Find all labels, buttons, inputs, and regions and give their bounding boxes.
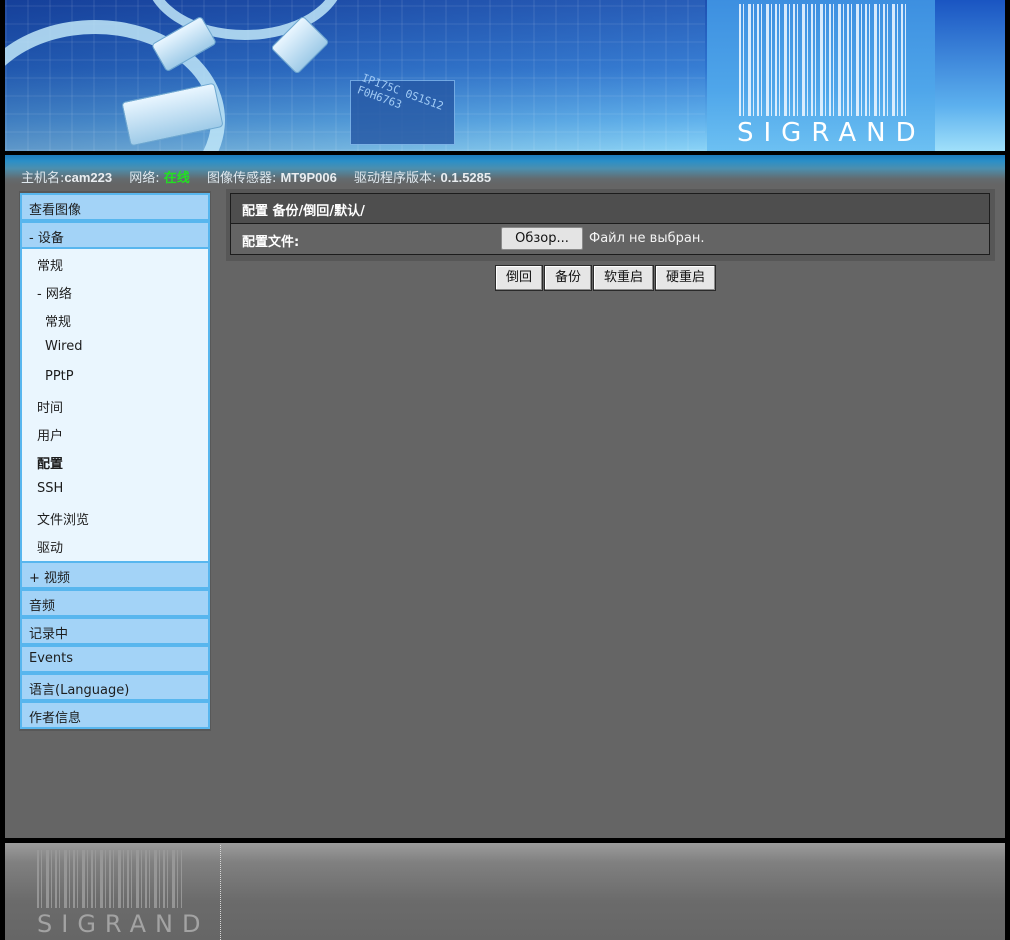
status-bar: 主机名:cam223 网络: 在线 图像传感器: MT9P006 驱动程序版本:…: [21, 167, 504, 186]
nav-recording[interactable]: 记录中: [20, 617, 210, 645]
nav-device-users[interactable]: 用户: [22, 421, 208, 449]
nav-about[interactable]: 作者信息: [20, 701, 210, 729]
nav-device-ssh[interactable]: SSH: [22, 477, 208, 505]
header-banner: IP175C 0S1S12 F0H6763 SIGRAND: [5, 0, 1005, 151]
footer-logo-text: SIGRAND: [37, 910, 210, 938]
hostname-label: 主机名:: [21, 171, 65, 186]
driver-status: 驱动程序版本: 0.1.5285: [353, 170, 492, 186]
backup-button[interactable]: 备份: [544, 265, 593, 291]
breadcrumb-restore[interactable]: 倒回: [303, 204, 329, 219]
nav-device-general[interactable]: 常规: [22, 251, 208, 279]
logo-text: SIGRAND: [737, 118, 926, 148]
network-status: 网络: 在线: [129, 170, 190, 186]
nav-network-wired[interactable]: Wired: [22, 335, 208, 363]
chip-image: IP175C 0S1S12 F0H6763: [350, 71, 455, 145]
file-status-text: Файл не выбран.: [589, 231, 705, 246]
nav-device-time[interactable]: 时间: [22, 393, 208, 421]
nav-device-driver[interactable]: 驱动: [22, 533, 208, 561]
banner-right-graphic: [935, 0, 1005, 151]
browse-file-button[interactable]: Обзор...: [501, 227, 583, 250]
nav-audio[interactable]: 音频: [20, 589, 210, 617]
breadcrumb-backup[interactable]: 备份: [273, 204, 299, 219]
network-value: 在线: [163, 170, 190, 185]
nav-network-pptp[interactable]: PPtP: [22, 363, 208, 393]
nav-device-file-browser[interactable]: 文件浏览: [22, 505, 208, 533]
page-title: 配置: [242, 204, 273, 219]
sigrand-logo: SIGRAND: [707, 0, 935, 151]
sidebar-nav: 查看图像 - 设备 常规 - 网络 常规 Wired PPtP 时间 用户 配置…: [19, 191, 211, 731]
action-buttons: 倒回 备份 软重启 硬重启: [495, 265, 717, 291]
restore-button[interactable]: 倒回: [495, 265, 544, 291]
nav-device-network[interactable]: - 网络: [22, 279, 208, 307]
nav-network-general[interactable]: 常规: [22, 307, 208, 335]
config-title: 配置 备份/倒回/默认/: [231, 194, 989, 224]
nav-device-config[interactable]: 配置: [22, 449, 208, 477]
chip-label: IP175C 0S1S12 F0H6763: [355, 71, 446, 113]
network-label: 网络:: [129, 171, 160, 186]
hostname-status: 主机名:cam223: [21, 170, 113, 186]
config-panel: 配置 备份/倒回/默认/ 配置文件: Обзор... Файл не выбр…: [226, 189, 995, 261]
soft-reboot-button[interactable]: 软重启: [593, 265, 655, 291]
nav-language[interactable]: 语言(Language): [20, 673, 210, 701]
nav-video[interactable]: + 视频: [20, 561, 210, 589]
hostname-value: cam223: [64, 170, 113, 185]
config-file-row: 配置文件: Обзор... Файл не выбран.: [231, 224, 989, 254]
breadcrumb-separator: /: [360, 204, 365, 219]
hard-reboot-button[interactable]: 硬重启: [655, 265, 717, 291]
sensor-value: MT9P006: [280, 170, 337, 185]
footer-divider: [220, 845, 221, 940]
config-file-label: 配置文件:: [242, 235, 300, 250]
footer: SIGRAND: [5, 843, 1005, 940]
main-area: 主机名:cam223 网络: 在线 图像传感器: MT9P006 驱动程序版本:…: [5, 155, 1005, 838]
breadcrumb-default[interactable]: 默认: [334, 204, 360, 219]
barcode-icon: [37, 850, 182, 908]
driver-value: 0.1.5285: [440, 170, 492, 185]
driver-label: 驱动程序版本:: [353, 171, 437, 186]
sensor-status: 图像传感器: MT9P006: [206, 170, 337, 186]
device-submenu: 常规 - 网络 常规 Wired PPtP 时间 用户 配置 SSH 文件浏览 …: [20, 249, 210, 561]
barcode-icon: [739, 4, 909, 116]
config-table: 配置 备份/倒回/默认/ 配置文件: Обзор... Файл не выбр…: [230, 193, 990, 255]
nav-view-image[interactable]: 查看图像: [20, 193, 210, 221]
nav-events[interactable]: Events: [20, 645, 210, 673]
sensor-label: 图像传感器:: [206, 171, 277, 186]
nav-device[interactable]: - 设备: [20, 221, 210, 249]
